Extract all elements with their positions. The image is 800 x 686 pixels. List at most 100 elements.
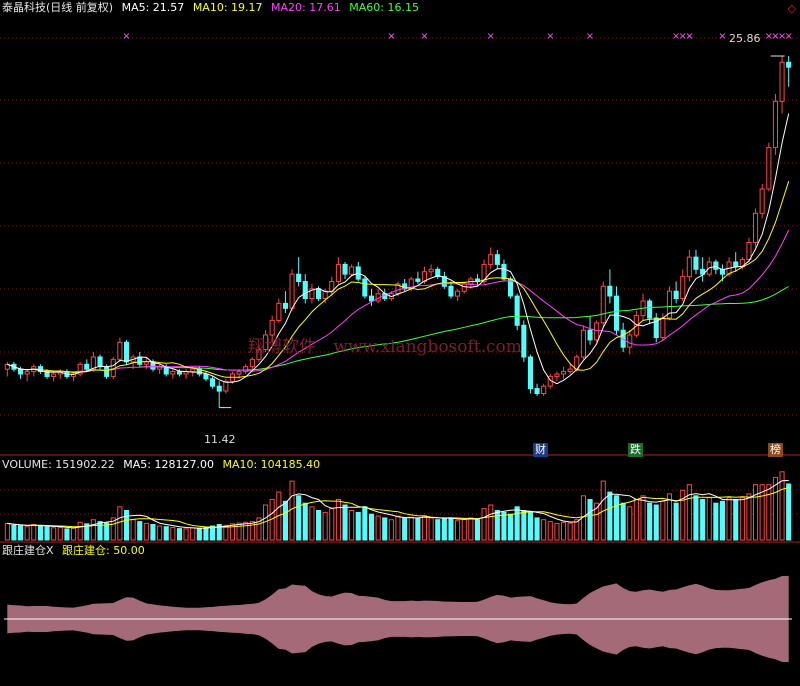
volume-bar <box>170 527 176 541</box>
volume-bar <box>402 517 408 541</box>
candle-body <box>567 368 573 373</box>
indicator-name[interactable]: 跟庄建仓X <box>2 544 54 557</box>
volume-bar <box>620 502 626 541</box>
volume-bar <box>786 483 792 541</box>
volume-bar <box>388 519 394 541</box>
candle-body <box>455 290 461 297</box>
candle-body <box>713 261 719 270</box>
candle-body <box>746 242 752 260</box>
volume-bar <box>236 522 242 541</box>
volume-bar <box>766 484 772 541</box>
volume-bar <box>686 484 692 541</box>
volume-bar <box>322 511 328 541</box>
candle-body <box>647 300 653 319</box>
badge-cai[interactable]: 财 <box>533 443 548 457</box>
signal-marker: × <box>685 31 693 42</box>
candle-body <box>170 371 176 375</box>
candle-body <box>203 373 209 380</box>
candle-body <box>176 371 182 375</box>
candle-body <box>362 278 368 297</box>
candle-body <box>342 263 348 275</box>
badge-bang[interactable]: 榜 <box>768 443 783 457</box>
volume-bar <box>726 497 732 541</box>
low-price-label: 11.42 <box>204 433 236 446</box>
candle-body <box>594 322 600 341</box>
volume-bar <box>567 522 573 541</box>
candle-body <box>190 368 196 373</box>
volume-bar <box>296 495 302 541</box>
volume-bar <box>739 497 745 541</box>
volume-bar <box>693 495 699 541</box>
signal-marker: × <box>785 31 793 42</box>
volume-bar <box>547 521 553 541</box>
candle-body <box>249 358 255 368</box>
volume-bar <box>772 476 779 541</box>
candle-body <box>600 285 606 324</box>
indicator-value: 跟庄建仓: 50.00 <box>62 544 145 557</box>
watermark: 翔博软件 www.xiangbosoft.com <box>248 332 534 357</box>
volume-ma5-legend: MA5: 128127.00 <box>123 458 214 471</box>
volume-bar <box>375 515 381 541</box>
candle-body <box>614 295 620 331</box>
volume-bar <box>18 525 24 541</box>
signal-marker: × <box>487 31 495 42</box>
candle-body <box>693 256 699 270</box>
candle-body <box>580 329 587 358</box>
volume-bar <box>342 504 348 541</box>
candle-body <box>316 288 322 299</box>
volume-bar <box>349 510 355 541</box>
candle-body <box>534 388 540 395</box>
volume-bar <box>163 526 169 541</box>
volume-bar <box>488 504 494 541</box>
candle-body <box>97 356 103 368</box>
candle-body <box>448 285 454 297</box>
volume-bar <box>660 500 666 541</box>
volume-bar <box>243 521 249 541</box>
volume-bar <box>640 495 646 541</box>
volume-bar <box>421 515 427 541</box>
candle-body <box>369 295 375 302</box>
volume-bar <box>51 527 57 541</box>
badge-die[interactable]: 跌 <box>628 443 643 457</box>
volume-bar <box>700 499 706 541</box>
volume-bar <box>190 527 196 541</box>
high-price-label: 25.86 <box>729 32 761 45</box>
volume-bar <box>176 528 182 541</box>
volume-bar <box>37 525 44 541</box>
volume-bar <box>104 522 110 541</box>
candle-body <box>759 188 765 214</box>
volume-bar <box>633 499 639 541</box>
volume-bar <box>137 521 143 541</box>
candle-body <box>117 341 123 360</box>
candle-body <box>51 373 57 377</box>
candle-body <box>527 356 534 390</box>
volume-bar <box>468 517 474 541</box>
signal-marker: × <box>420 31 428 42</box>
candle-body <box>772 100 779 149</box>
candle-body <box>461 283 467 292</box>
candle-body <box>296 273 302 283</box>
indicator-pane-header: 跟庄建仓X 跟庄建仓: 50.00 <box>2 544 150 558</box>
watermark-url: www.xiangbosoft.com <box>333 337 522 357</box>
volume-bar <box>448 517 454 541</box>
signal-marker: × <box>122 31 130 42</box>
volume-ma10-legend: MA10: 104185.40 <box>222 458 321 471</box>
volume-bar <box>614 495 620 541</box>
pane-switch-icon[interactable]: ◇ <box>788 2 796 15</box>
volume-bar <box>289 480 295 541</box>
volume-bar <box>733 499 739 541</box>
volume-bar <box>753 484 759 541</box>
volume-bar <box>587 499 593 541</box>
volume-bar <box>455 520 461 541</box>
candle-body <box>514 295 520 326</box>
ma5-legend: MA5: 21.57 <box>121 1 185 14</box>
candle-body <box>137 356 143 365</box>
candle-body <box>733 261 739 268</box>
candle-body <box>282 302 288 309</box>
volume-bar <box>24 526 30 541</box>
candle-body <box>554 373 560 377</box>
watermark-cn: 翔博软件 <box>248 337 316 357</box>
volume-bar <box>329 508 335 541</box>
candle-body <box>627 334 633 348</box>
volume-bar <box>428 517 434 541</box>
